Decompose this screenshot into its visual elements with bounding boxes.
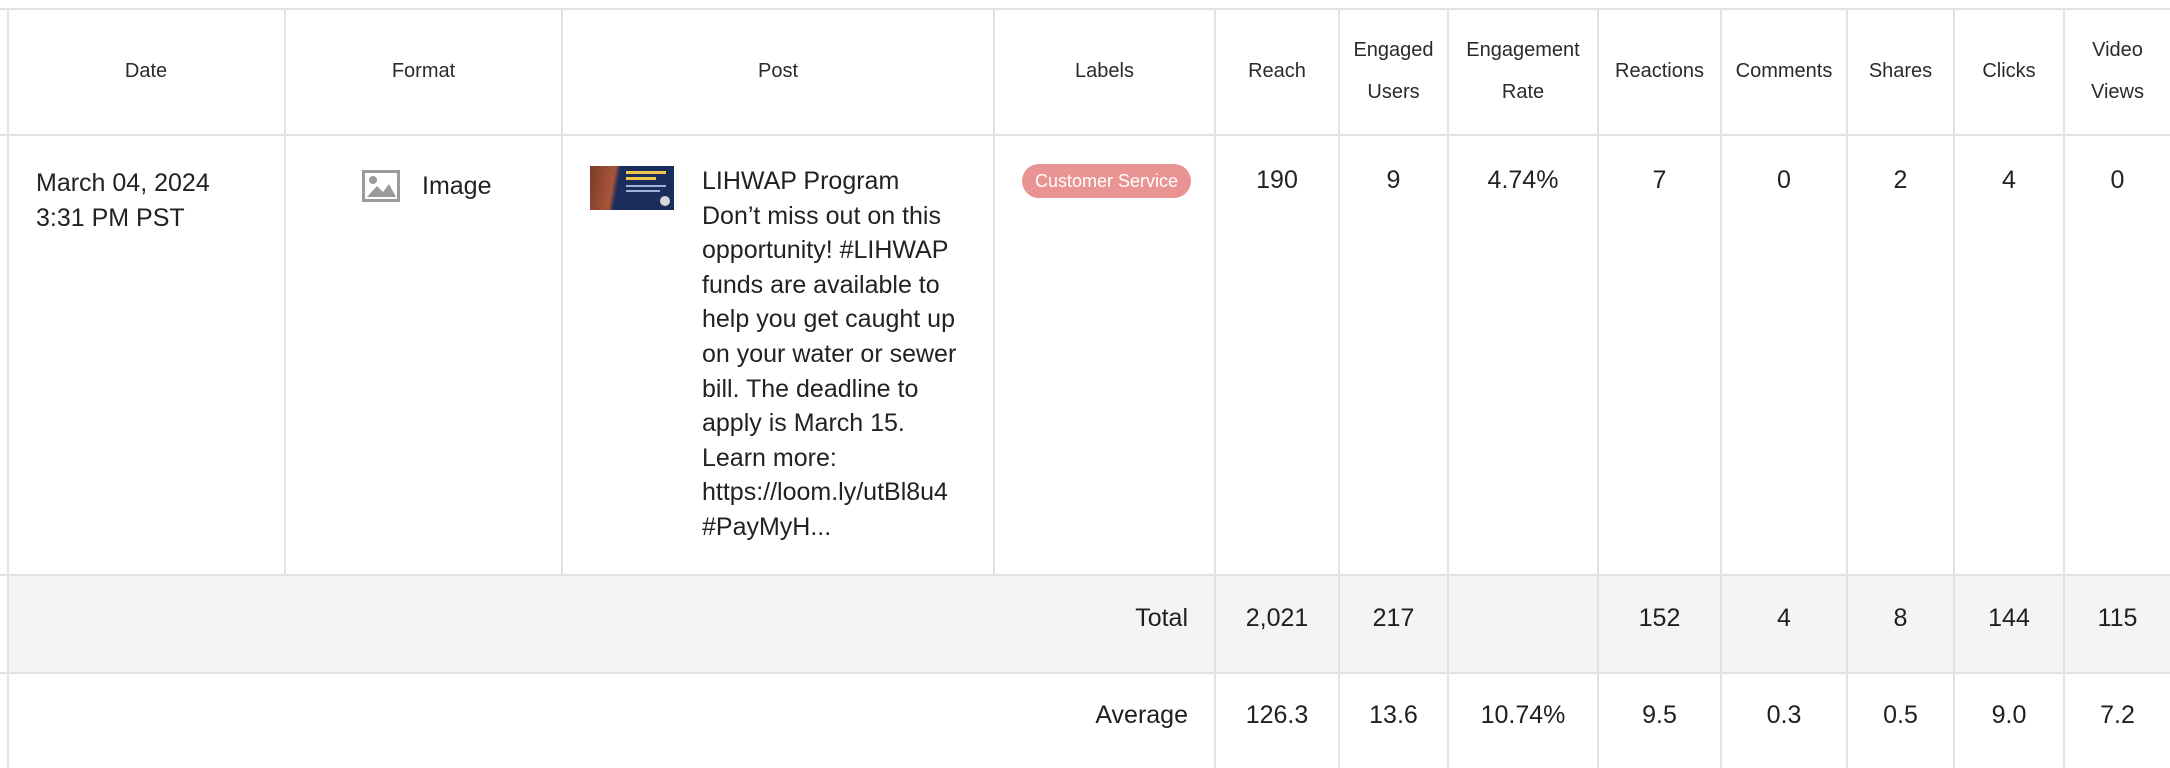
average-shares: 0.5 [1883, 701, 1918, 729]
average-clicks: 9.0 [1991, 701, 2027, 729]
column-header-engaged-users[interactable]: Engaged Users [1340, 8, 1447, 134]
column-header-label: Comments [1735, 60, 1833, 82]
average-row-label: Average [1095, 701, 1188, 729]
average-comments: 0.3 [1766, 701, 1802, 729]
grid-line [0, 672, 2170, 674]
column-header-label: Rate [1501, 81, 1545, 103]
average-video-views: 7.2 [2100, 701, 2135, 729]
column-header-label: Clicks [1982, 60, 2036, 82]
post-text-line: #PayMyH... [702, 512, 832, 541]
total-engaged-users: 217 [1372, 604, 1415, 632]
column-header-clicks[interactable]: Clicks [1955, 8, 2063, 134]
label-badge-customer-service[interactable]: Customer Service [1022, 164, 1192, 198]
grid-line [0, 134, 2170, 136]
post-date-day: March 04, 2024 [36, 169, 210, 197]
column-header-date[interactable]: Date [8, 8, 284, 134]
post-text-line: funds are available to [702, 270, 940, 299]
post-text-line: apply is March 15. [702, 409, 905, 438]
total-shares: 8 [1893, 604, 1908, 632]
column-header-label: Engagement [1466, 39, 1580, 61]
post-text-line: on your water or sewer [702, 339, 957, 368]
post-thumbnail[interactable] [590, 166, 674, 210]
column-header-comments[interactable]: Comments [1722, 8, 1846, 134]
column-header-label: Date [124, 60, 168, 82]
post-text-line: opportunity! #LIHWAP [702, 236, 949, 265]
row-comments: 0 [1777, 166, 1791, 194]
post-text-line: Learn more: [702, 443, 837, 472]
column-header-shares[interactable]: Shares [1848, 8, 1953, 134]
post-link-line: https://loom.ly/utBl8u4 [702, 478, 948, 507]
column-header-label: Users [1367, 81, 1420, 103]
row-reach: 190 [1256, 166, 1298, 194]
column-header-labels[interactable]: Labels [995, 8, 1214, 134]
column-header-label: Format [391, 60, 456, 82]
image-icon [362, 170, 400, 202]
label-badge-text: Customer Service [1035, 170, 1179, 191]
row-engagement-rate: 4.74% [1487, 166, 1559, 194]
row-reactions: 7 [1652, 166, 1667, 194]
total-comments: 4 [1777, 604, 1791, 632]
average-reactions: 9.5 [1642, 701, 1677, 729]
row-video-views: 0 [2110, 166, 2125, 194]
post-format: Image [362, 170, 491, 202]
column-header-format[interactable]: Format [286, 8, 561, 134]
average-engaged-users: 13.6 [1369, 701, 1418, 729]
post-content[interactable]: LIHWAP Program Don’t miss out on this op… [702, 164, 992, 545]
post-text-line: bill. The deadline to [702, 374, 919, 403]
column-header-engagement-rate[interactable]: Engagement Rate [1449, 8, 1597, 134]
column-header-label: Reactions [1615, 60, 1704, 82]
post-text-line: help you get caught up [702, 305, 955, 334]
total-reactions: 152 [1638, 604, 1681, 632]
post-text-line: Don’t miss out on this [702, 201, 941, 230]
column-header-label: Labels [1075, 60, 1134, 82]
column-header-video-views[interactable]: Video Views [2065, 8, 2170, 134]
column-header-reach[interactable]: Reach [1216, 8, 1338, 134]
column-header-reactions[interactable]: Reactions [1599, 8, 1720, 134]
column-header-label: Engaged [1353, 39, 1434, 61]
total-clicks: 144 [1988, 604, 2030, 632]
post-date-time: 3:31 PM PST [36, 204, 185, 232]
total-row-label: Total [1135, 604, 1188, 632]
row-engaged-users: 9 [1386, 166, 1401, 194]
row-shares: 2 [1893, 166, 1908, 194]
column-header-label: Reach [1248, 60, 1306, 82]
grid-line [0, 574, 2170, 576]
post-date: March 04, 2024 3:31 PM PST [36, 166, 256, 236]
average-reach: 126.3 [1245, 701, 1309, 729]
row-clicks: 4 [2002, 166, 2016, 194]
total-video-views: 115 [2097, 604, 2138, 632]
column-header-label: Video [2092, 39, 2143, 61]
column-header-post[interactable]: Post [563, 8, 993, 134]
column-header-label: Views [2091, 81, 2144, 103]
average-engagement-rate: 10.74% [1480, 701, 1566, 729]
column-header-label: Shares [1868, 60, 1933, 82]
total-reach: 2,021 [1245, 604, 1309, 632]
post-format-label: Image [422, 171, 492, 200]
post-title: LIHWAP Program [702, 167, 900, 195]
column-header-label: Post [757, 60, 799, 82]
post-performance-table: Date Format Post Labels Reach Engaged Us… [0, 0, 2170, 768]
